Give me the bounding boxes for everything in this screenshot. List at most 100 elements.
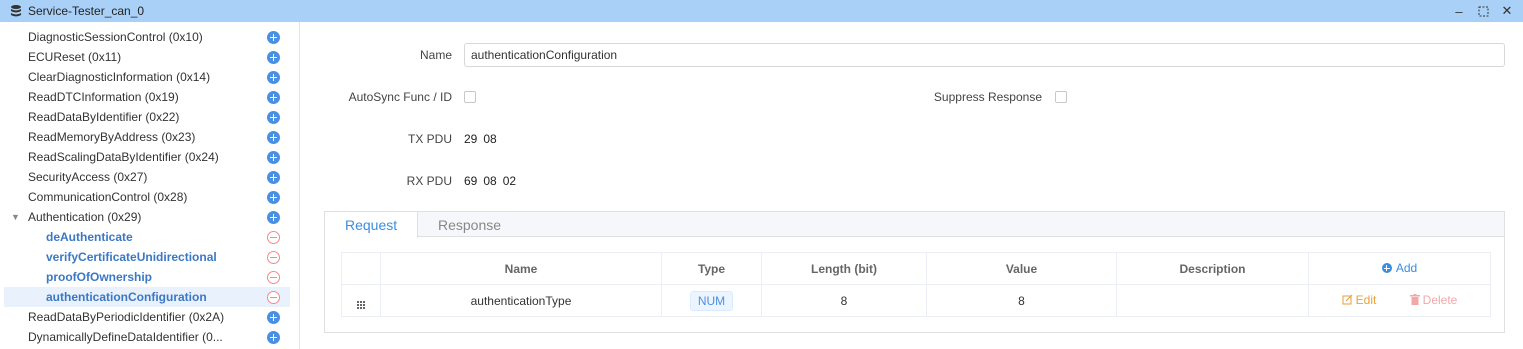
name-label: Name [419,48,452,62]
autosync-label: AutoSync Func / ID [348,90,452,104]
header-type[interactable]: Type [661,252,762,285]
drag-handle[interactable] [341,284,381,317]
drag-handle-icon[interactable] [357,301,365,309]
close-icon[interactable]: ✕ [1495,0,1519,22]
delete-label: Delete [1422,292,1458,307]
tx-pdu-label: TX PDU [407,132,452,146]
title-bar: Service-Tester_can_0 – ✕ [0,0,1523,22]
tree-item-label: proofOfOwnership [46,270,152,284]
remove-circle-icon[interactable] [267,271,280,284]
cell-name: authenticationType [380,284,662,317]
caret-down-icon[interactable]: ▼ [11,207,20,227]
add-circle-icon[interactable] [267,131,280,144]
name-input[interactable] [464,43,1505,67]
maximize-icon[interactable] [1471,0,1495,22]
header-value[interactable]: Value [926,252,1117,285]
header-length[interactable]: Length (bit) [761,252,927,285]
tree-item-read-data-by-periodic-identifier[interactable]: ReadDataByPeriodicIdentifier (0x2A) [0,307,290,327]
cell-value: 8 [926,284,1117,317]
tree-item-de-authenticate[interactable]: deAuthenticate [0,227,290,247]
header-description[interactable]: Description [1116,252,1309,285]
tree-item-label: ReadDataByIdentifier (0x22) [28,110,180,124]
tab-request[interactable]: Request [325,212,418,238]
remove-circle-icon[interactable] [267,231,280,244]
tree-item-label: ReadDTCInformation (0x19) [28,90,179,104]
tree-item-ecu-reset[interactable]: ECUReset (0x11) [0,47,290,67]
tab-bar: Request Response [325,212,1504,238]
tree-item-label: ReadMemoryByAddress (0x23) [28,130,196,144]
tree-item-authentication-configuration[interactable]: authenticationConfiguration [4,287,290,307]
tree-item-verify-certificate-unidirectional[interactable]: verifyCertificateUnidirectional [0,247,290,267]
add-button[interactable]: Add [1381,261,1418,275]
tree-item-authentication[interactable]: ▼ Authentication (0x29) [0,207,290,227]
remove-circle-icon[interactable] [267,291,280,304]
header-name[interactable]: Name [380,252,662,285]
add-label: Add [1395,261,1418,275]
add-circle-icon[interactable] [267,71,280,84]
trash-icon [1409,294,1420,306]
tree-item-label: Authentication (0x29) [28,210,142,224]
edit-button[interactable]: Edit [1342,292,1377,307]
autosync-checkbox[interactable] [464,91,476,103]
tree-item-read-dtc-information[interactable]: ReadDTCInformation (0x19) [0,87,290,107]
window-controls: – ✕ [1447,0,1519,22]
pdu-byte: 08 [483,132,497,146]
add-circle-icon[interactable] [267,171,280,184]
window-title: Service-Tester_can_0 [28,4,145,18]
tree-item-label: DynamicallyDefineDataIdentifier (0... [28,330,223,344]
tree-item-label: authenticationConfiguration [46,290,207,304]
add-circle-icon[interactable] [267,51,280,64]
cell-type: NUM [661,284,762,317]
table-row: authenticationType NUM 8 8 Edit Delete [341,284,1491,317]
database-icon [11,5,21,17]
tree-item-label: CommunicationControl (0x28) [28,190,188,204]
rx-pdu-bytes: 69 08 02 [462,174,518,188]
tree-item-diagnostic-session-control[interactable]: DiagnosticSessionControl (0x10) [0,27,290,47]
minimize-icon[interactable]: – [1447,0,1471,22]
tree-item-proof-of-ownership[interactable]: proofOfOwnership [0,267,290,287]
tree-item-dynamically-define-data-identifier[interactable]: DynamicallyDefineDataIdentifier (0... [0,327,290,347]
rx-pdu-label: RX PDU [406,174,452,188]
tree-item-read-memory-by-address[interactable]: ReadMemoryByAddress (0x23) [0,127,290,147]
suppress-response-checkbox[interactable] [1055,91,1067,103]
tree-item-security-access[interactable]: SecurityAccess (0x27) [0,167,290,187]
tree-item-label: ReadScalingDataByIdentifier (0x24) [28,150,219,164]
remove-circle-icon[interactable] [267,251,280,264]
tree-item-label: deAuthenticate [46,230,133,244]
add-circle-icon[interactable] [267,331,280,344]
type-badge: NUM [689,290,734,311]
add-circle-icon[interactable] [267,311,280,324]
header-drag [341,252,381,285]
edit-label: Edit [1355,292,1377,307]
pdu-byte: 02 [502,174,517,188]
tree-item-label: DiagnosticSessionControl (0x10) [28,30,203,44]
tree-item-label: verifyCertificateUnidirectional [46,250,217,264]
cell-actions: Edit Delete [1308,284,1491,317]
delete-button[interactable]: Delete [1409,292,1458,307]
tree-item-label: ClearDiagnosticInformation (0x14) [28,70,211,84]
tx-pdu-bytes: 29 08 [462,132,499,146]
add-circle-icon[interactable] [267,111,280,124]
edit-icon [1342,294,1353,305]
suppress-response-label: Suppress Response [933,90,1042,104]
tab-response[interactable]: Response [418,212,521,237]
tree-item-label: ReadDataByPeriodicIdentifier (0x2A) [28,310,225,324]
pdu-byte: 69 [464,174,478,188]
pdu-byte: 08 [483,174,497,188]
tree-item-clear-diagnostic-information[interactable]: ClearDiagnosticInformation (0x14) [0,67,290,87]
request-response-panel: Request Response Name Type Length (bit) … [324,211,1505,333]
add-circle-icon[interactable] [267,91,280,104]
tree-item-read-scaling-data-by-identifier[interactable]: ReadScalingDataByIdentifier (0x24) [0,147,290,167]
tree-item-communication-control[interactable]: CommunicationControl (0x28) [0,187,290,207]
add-circle-icon[interactable] [267,191,280,204]
cell-description [1116,284,1309,317]
add-circle-icon[interactable] [267,31,280,44]
tree-item-label: ECUReset (0x11) [28,50,122,64]
pdu-byte: 29 [464,132,478,146]
tree-item-read-data-by-identifier[interactable]: ReadDataByIdentifier (0x22) [0,107,290,127]
add-circle-icon[interactable] [267,211,280,224]
add-circle-icon[interactable] [267,151,280,164]
cell-length: 8 [761,284,927,317]
add-circle-icon [1381,263,1392,273]
header-actions: Add [1308,252,1491,285]
